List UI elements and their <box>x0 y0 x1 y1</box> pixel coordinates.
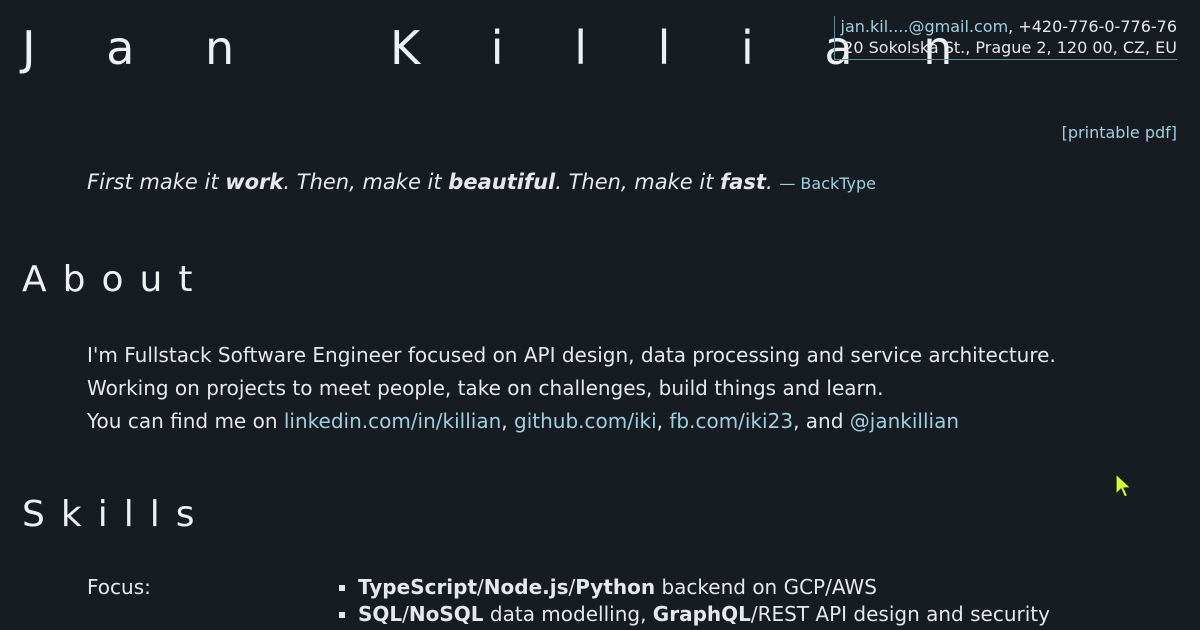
twitter-link[interactable]: @jankillian <box>850 409 959 433</box>
mouse-pointer-icon <box>1115 473 1132 498</box>
facebook-link[interactable]: fb.com/iki23 <box>669 409 793 433</box>
email-link[interactable]: jan.kil....@gmail.com <box>841 17 1009 36</box>
about-line-1: I'm Fullstack Software Engineer focused … <box>87 343 1056 367</box>
skill-term: Python <box>575 575 656 599</box>
quote-emphasis: beautiful <box>448 170 556 194</box>
quote: First make it work. Then, make it beauti… <box>87 170 876 194</box>
skill-separator: / <box>402 602 409 626</box>
quote-part: . <box>765 170 780 194</box>
social-prefix: You can find me on <box>87 409 284 433</box>
contact-separator: , <box>1008 17 1019 36</box>
github-link[interactable]: github.com/iki <box>514 409 657 433</box>
skills-heading: Skills <box>22 494 211 535</box>
skill-term: TypeScript <box>358 575 478 599</box>
list-item: SQL/NoSQL data modelling, GraphQL/REST A… <box>358 601 1050 628</box>
link-separator: , <box>656 409 670 433</box>
skill-term: SQL <box>358 602 403 626</box>
contact-box: jan.kil....@gmail.com, +420-776-0-776-76… <box>833 16 1178 60</box>
quote-part: . Then, make it <box>555 170 721 194</box>
quote-emphasis: fast <box>720 170 766 194</box>
contact-line-1: jan.kil....@gmail.com, +420-776-0-776-76 <box>841 16 1178 37</box>
quote-attribution-link[interactable]: — BackType <box>779 174 876 193</box>
printable-pdf-link[interactable]: [printable pdf] <box>1062 123 1177 142</box>
focus-list: TypeScript/Node.js/Python backend on GCP… <box>336 574 1050 628</box>
linkedin-link[interactable]: linkedin.com/in/killian <box>284 409 501 433</box>
about-heading: About <box>22 259 209 300</box>
about-section: I'm Fullstack Software Engineer focused … <box>87 339 1056 438</box>
about-line-3: You can find me on linkedin.com/in/killi… <box>87 405 1056 438</box>
skill-description: backend on GCP/AWS <box>655 575 877 599</box>
skill-term: Node.js <box>483 575 569 599</box>
address-line: 20 Sokolská St., Prague 2, 120 00, CZ, E… <box>843 38 1177 57</box>
skill-description: data modelling, <box>483 602 653 626</box>
skill-term: GraphQL <box>652 602 751 626</box>
quote-emphasis: work <box>225 170 284 194</box>
skill-separator: / <box>477 575 484 599</box>
quote-part: . Then, make it <box>283 170 449 194</box>
focus-label: Focus: <box>87 575 151 599</box>
skill-term: NoSQL <box>408 602 484 626</box>
about-line-2: Working on projects to meet people, take… <box>87 376 884 400</box>
link-separator: , <box>501 409 514 433</box>
quote-part: First make it <box>87 170 226 194</box>
phone-number: +420-776-0-776-76 <box>1018 17 1177 36</box>
skill-description: /REST API design and security <box>750 602 1050 626</box>
link-separator: , and <box>793 409 850 433</box>
list-item: TypeScript/Node.js/Python backend on GCP… <box>358 574 1050 601</box>
resume-page: J a n K i l l i a n jan.kil....@gmail.co… <box>0 0 1200 630</box>
